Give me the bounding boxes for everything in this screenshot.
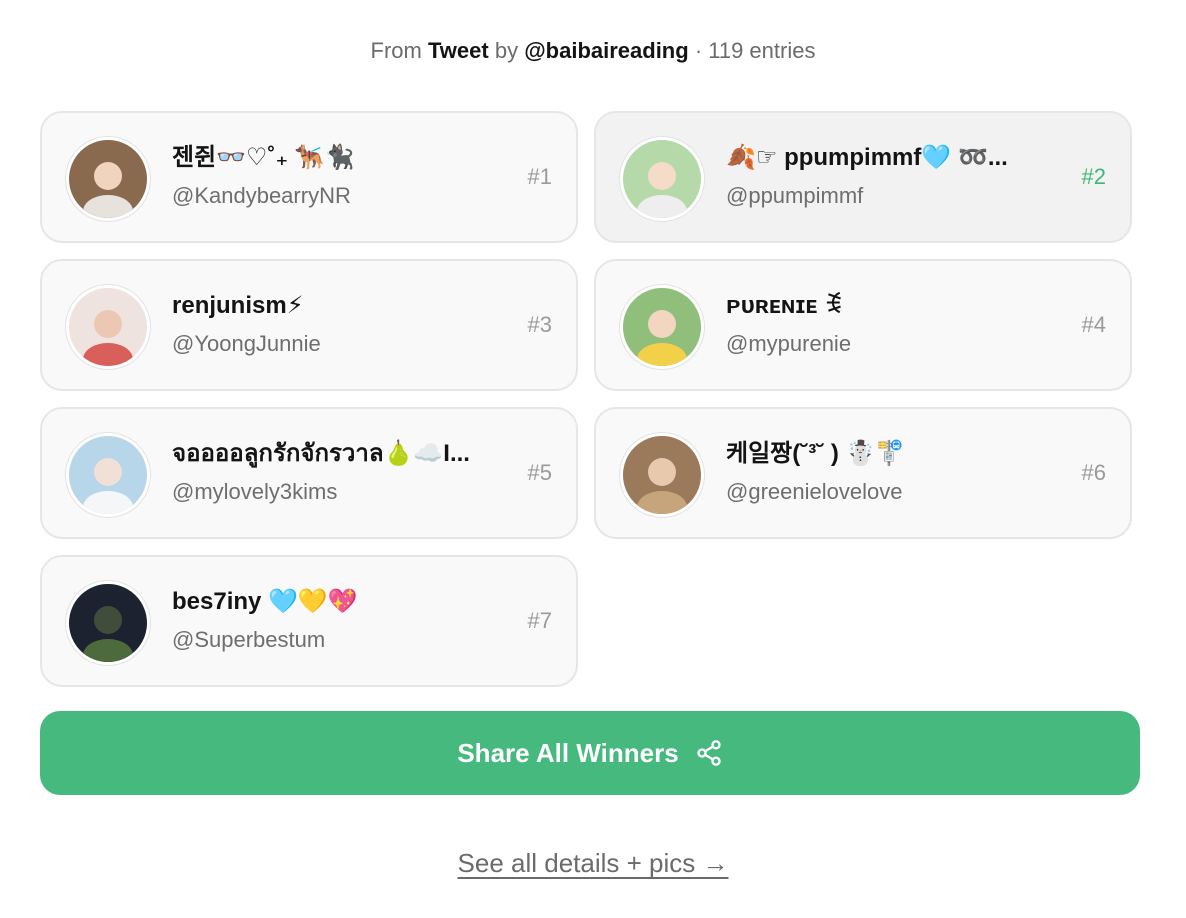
rank-badge: #2 — [1081, 164, 1106, 189]
winner-card-2[interactable]: 🍂☞ ppumpimmf🩵 ➿... @ppumpimmf #2 — [594, 111, 1132, 243]
source-type: Tweet — [427, 38, 489, 63]
display-name: 케일짱(˘³˘ ) ☃️🚏 — [726, 440, 906, 467]
avatar — [620, 285, 704, 369]
winner-card-1[interactable]: 젠쥔👓♡˚₊ 🐕‍🦺🐈‍⬛ @KandybearryNR #1 — [40, 111, 578, 243]
display-name: ᴘᴜʀᴇɴɪᴇ ꉂ — [726, 292, 843, 319]
display-name: 🍂☞ ppumpimmf🩵 ➿... — [726, 144, 1008, 171]
winner-card-7[interactable]: bes7iny 🩵💛💖 @Superbestum #7 — [40, 555, 578, 687]
rank-badge: #3 — [527, 312, 552, 337]
share-all-winners-button[interactable]: Share All Winners — [40, 711, 1140, 795]
by-label: by — [494, 38, 519, 63]
winners-grid: 젠쥔👓♡˚₊ 🐕‍🦺🐈‍⬛ @KandybearryNR #1 🍂☞ ppump… — [40, 111, 1132, 687]
user-handle: @greenielovelove — [726, 479, 903, 504]
entries-count: · 119 entries — [694, 38, 816, 63]
avatar — [66, 137, 150, 221]
rank-badge: #5 — [527, 460, 552, 485]
winner-card-6[interactable]: 케일짱(˘³˘ ) ☃️🚏 @greenielovelove #6 — [594, 407, 1132, 539]
user-handle: @mylovely3kims — [172, 479, 338, 504]
display-name: 젠쥔👓♡˚₊ 🐕‍🦺🐈‍⬛ — [172, 144, 355, 171]
rank-badge: #1 — [527, 164, 552, 189]
rank-badge: #4 — [1081, 312, 1106, 337]
rank-badge: #7 — [527, 608, 552, 633]
avatar — [620, 433, 704, 517]
rank-badge: #6 — [1081, 460, 1106, 485]
user-handle: @ppumpimmf — [726, 183, 864, 208]
avatar — [620, 137, 704, 221]
display-name: จออออลูกรักจักรวาล🍐☁️I... — [172, 440, 470, 467]
display-name: renjunism⚡ — [172, 292, 304, 319]
user-handle: @Superbestum — [172, 627, 326, 652]
winners-page: From Tweet by @baibaireading · 119 entri… — [0, 0, 1186, 918]
avatar — [66, 581, 150, 665]
winner-card-5[interactable]: จออออลูกรักจักรวาล🍐☁️I... @mylovely3kims… — [40, 407, 578, 539]
user-handle: @KandybearryNR — [172, 183, 351, 208]
share-button-label: Share All Winners — [457, 737, 679, 768]
winner-card-3[interactable]: renjunism⚡ @YoongJunnie #3 — [40, 259, 578, 391]
avatar — [66, 285, 150, 369]
from-label: From — [370, 38, 422, 63]
user-handle: @YoongJunnie — [172, 331, 321, 356]
user-handle: @mypurenie — [726, 331, 852, 356]
winner-card-4[interactable]: ᴘᴜʀᴇɴɪᴇ ꉂ @mypurenie #4 — [594, 259, 1132, 391]
author-handle[interactable]: @baibaireading — [524, 38, 688, 63]
see-all-details-link[interactable]: See all details + pics → — [0, 848, 1186, 879]
avatar — [66, 433, 150, 517]
display-name: bes7iny 🩵💛💖 — [172, 588, 358, 615]
share-icon — [696, 740, 721, 766]
source-line: From Tweet by @baibaireading · 119 entri… — [0, 38, 1186, 64]
